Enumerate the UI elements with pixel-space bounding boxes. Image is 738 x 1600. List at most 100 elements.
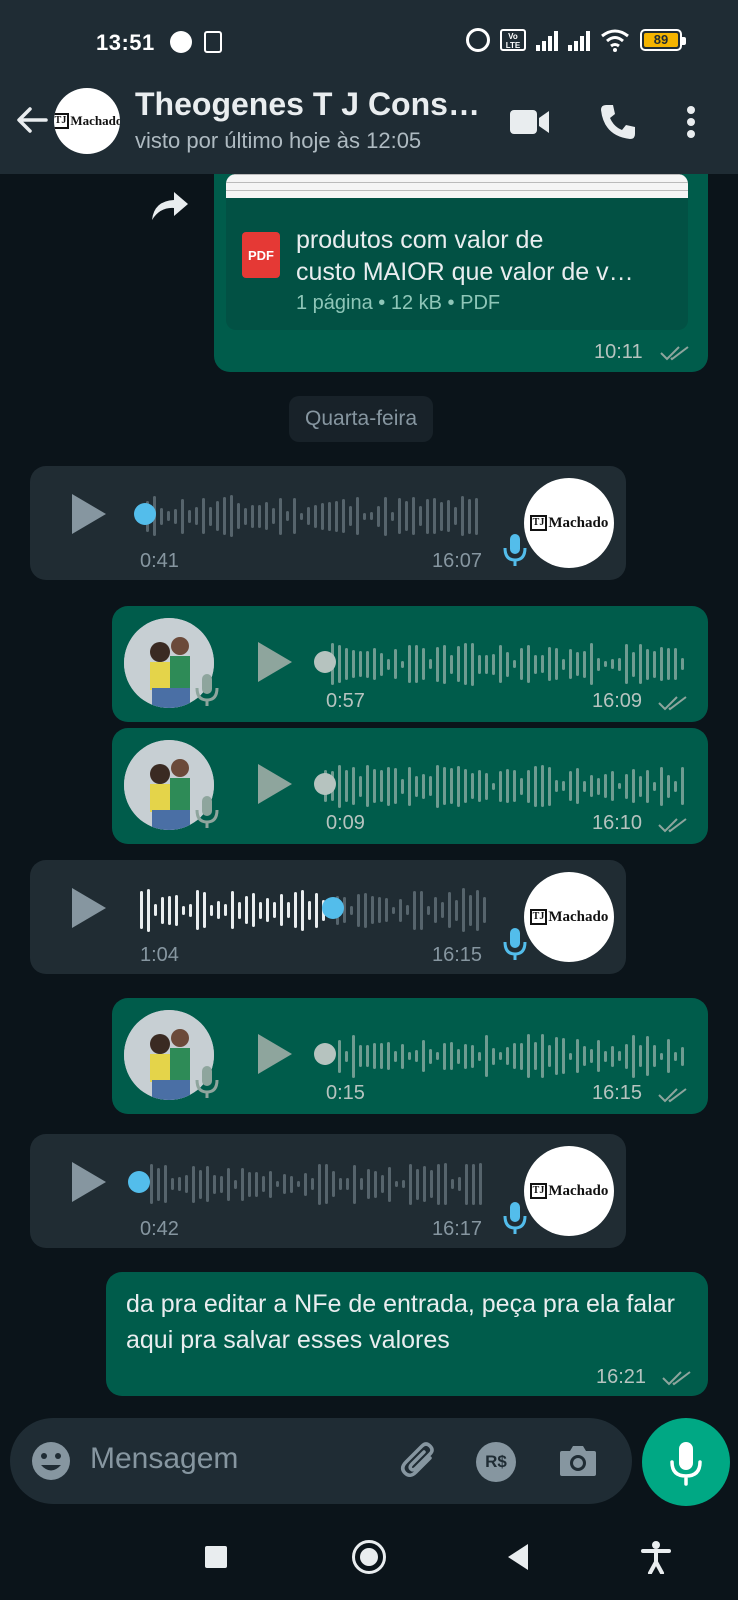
video-call-icon[interactable] — [508, 100, 552, 144]
accessibility-icon[interactable] — [640, 1540, 672, 1574]
waveform-bar — [681, 767, 684, 805]
waveform-bar — [520, 1042, 523, 1070]
voice-seek-dot[interactable] — [128, 1171, 150, 1193]
waveform-bar — [437, 1163, 440, 1205]
voice-duration: 0:41 — [140, 550, 179, 572]
waveform-bar — [350, 905, 353, 915]
waveform-bar — [188, 509, 191, 523]
voice-message-outgoing[interactable]: 0:15 16:15 — [112, 998, 708, 1114]
voice-seek-dot[interactable] — [134, 503, 156, 525]
waveform-bar — [371, 896, 374, 924]
waveform-bar — [394, 768, 397, 804]
waveform-bar — [639, 644, 642, 684]
waveform-bar — [262, 1176, 265, 1192]
waveform-bar — [429, 776, 432, 796]
waveform-bar — [478, 770, 481, 802]
waveform-bar — [387, 1042, 390, 1070]
waveform-bar — [352, 1034, 355, 1078]
emoji-icon[interactable] — [30, 1440, 72, 1482]
contact-avatar[interactable]: TJ Machado — [54, 88, 120, 154]
voice-waveform[interactable] — [324, 1032, 694, 1080]
contact-name[interactable]: Theogenes T J Cons… — [135, 86, 480, 123]
voice-waveform[interactable] — [324, 640, 694, 688]
text-message-outgoing[interactable]: da pra editar a NFe de entrada, peça pra… — [106, 1272, 708, 1396]
voice-call-icon[interactable] — [596, 100, 640, 144]
waveform-bar — [562, 781, 565, 791]
waveform-bar — [625, 644, 628, 684]
voice-seek-dot[interactable] — [314, 1043, 336, 1065]
waveform-bar — [366, 650, 369, 678]
waveform-bar — [373, 648, 376, 680]
more-options-icon[interactable] — [676, 100, 706, 144]
play-icon[interactable] — [254, 640, 294, 684]
waveform-bar — [632, 1034, 635, 1078]
back-arrow-icon[interactable] — [14, 102, 50, 138]
sender-avatar: TJ Machado — [524, 872, 614, 962]
voice-waveform[interactable] — [324, 762, 694, 810]
waveform-bar — [667, 1039, 670, 1073]
voice-seek-dot[interactable] — [322, 897, 344, 919]
voice-waveform[interactable] — [150, 1160, 520, 1208]
read-ticks-icon — [660, 346, 689, 361]
waveform-bar — [562, 658, 565, 670]
mic-icon — [503, 1202, 527, 1234]
play-icon[interactable] — [68, 1160, 108, 1204]
payment-icon[interactable]: R$ — [476, 1442, 516, 1482]
waveform-bar — [440, 501, 443, 531]
waveform-bar — [454, 507, 457, 525]
waveform-bar — [401, 660, 404, 668]
voice-message-incoming[interactable]: 1:04 16:15 TJ Machado — [30, 860, 626, 974]
voice-message-outgoing[interactable]: 0:57 16:09 — [112, 606, 708, 722]
waveform-bar — [441, 902, 444, 918]
voice-message-incoming[interactable]: 0:42 16:17 TJ Machado — [30, 1134, 626, 1248]
waveform-bar — [468, 498, 471, 534]
waveform-bar — [161, 896, 164, 924]
waveform-bar — [513, 660, 516, 668]
waveform-bar — [342, 499, 345, 533]
waveform-bar — [380, 652, 383, 676]
play-icon[interactable] — [68, 886, 108, 930]
mic-icon — [195, 674, 219, 706]
last-seen-status: visto por último hoje às 12:05 — [135, 128, 422, 153]
play-icon[interactable] — [68, 492, 108, 536]
message-time: 16:17 — [432, 1218, 483, 1240]
voice-message-outgoing[interactable]: 0:09 16:10 — [112, 728, 708, 844]
voice-seek-dot[interactable] — [314, 773, 336, 795]
waveform-bar — [314, 504, 317, 528]
voice-message-incoming[interactable]: 0:41 16:07 TJ Machado — [30, 466, 626, 580]
waveform-bar — [590, 643, 593, 685]
voice-seek-dot[interactable] — [314, 651, 336, 673]
waveform-bar — [506, 1047, 509, 1065]
waveform-bar — [385, 898, 388, 922]
voice-record-button[interactable] — [642, 1418, 730, 1506]
forward-icon[interactable] — [148, 188, 192, 224]
home-button[interactable] — [352, 1540, 386, 1574]
waveform-bar — [384, 496, 387, 536]
waveform-bar — [660, 1052, 663, 1060]
waveform-bar — [325, 1164, 328, 1204]
voice-waveform[interactable] — [146, 492, 520, 540]
recents-button[interactable] — [205, 1546, 227, 1568]
waveform-bar — [472, 1163, 475, 1205]
play-icon[interactable] — [254, 1032, 294, 1076]
camera-icon[interactable] — [558, 1442, 598, 1478]
waveform-bar — [230, 495, 233, 537]
waveform-bar — [430, 1170, 433, 1198]
play-icon[interactable] — [254, 762, 294, 806]
chat-area[interactable]: PDF produtos com valor de custo MAIOR qu… — [0, 174, 738, 1412]
waveform-bar — [464, 643, 467, 685]
document-card[interactable]: PDF produtos com valor de custo MAIOR qu… — [226, 174, 688, 330]
waveform-bar — [464, 769, 467, 803]
waveform-bar — [356, 497, 359, 535]
waveform-bar — [674, 648, 677, 680]
mic-icon — [503, 928, 527, 960]
document-message[interactable]: PDF produtos com valor de custo MAIOR qu… — [214, 174, 708, 372]
attach-clip-icon[interactable] — [400, 1440, 440, 1482]
message-time: 16:15 — [592, 1082, 643, 1104]
signal-icon-2 — [568, 29, 590, 51]
waveform-bar — [381, 1175, 384, 1193]
waveform-bar — [597, 657, 600, 671]
message-input[interactable]: Mensagem — [90, 1442, 238, 1476]
waveform-bar — [471, 773, 474, 799]
back-button[interactable] — [508, 1544, 528, 1570]
